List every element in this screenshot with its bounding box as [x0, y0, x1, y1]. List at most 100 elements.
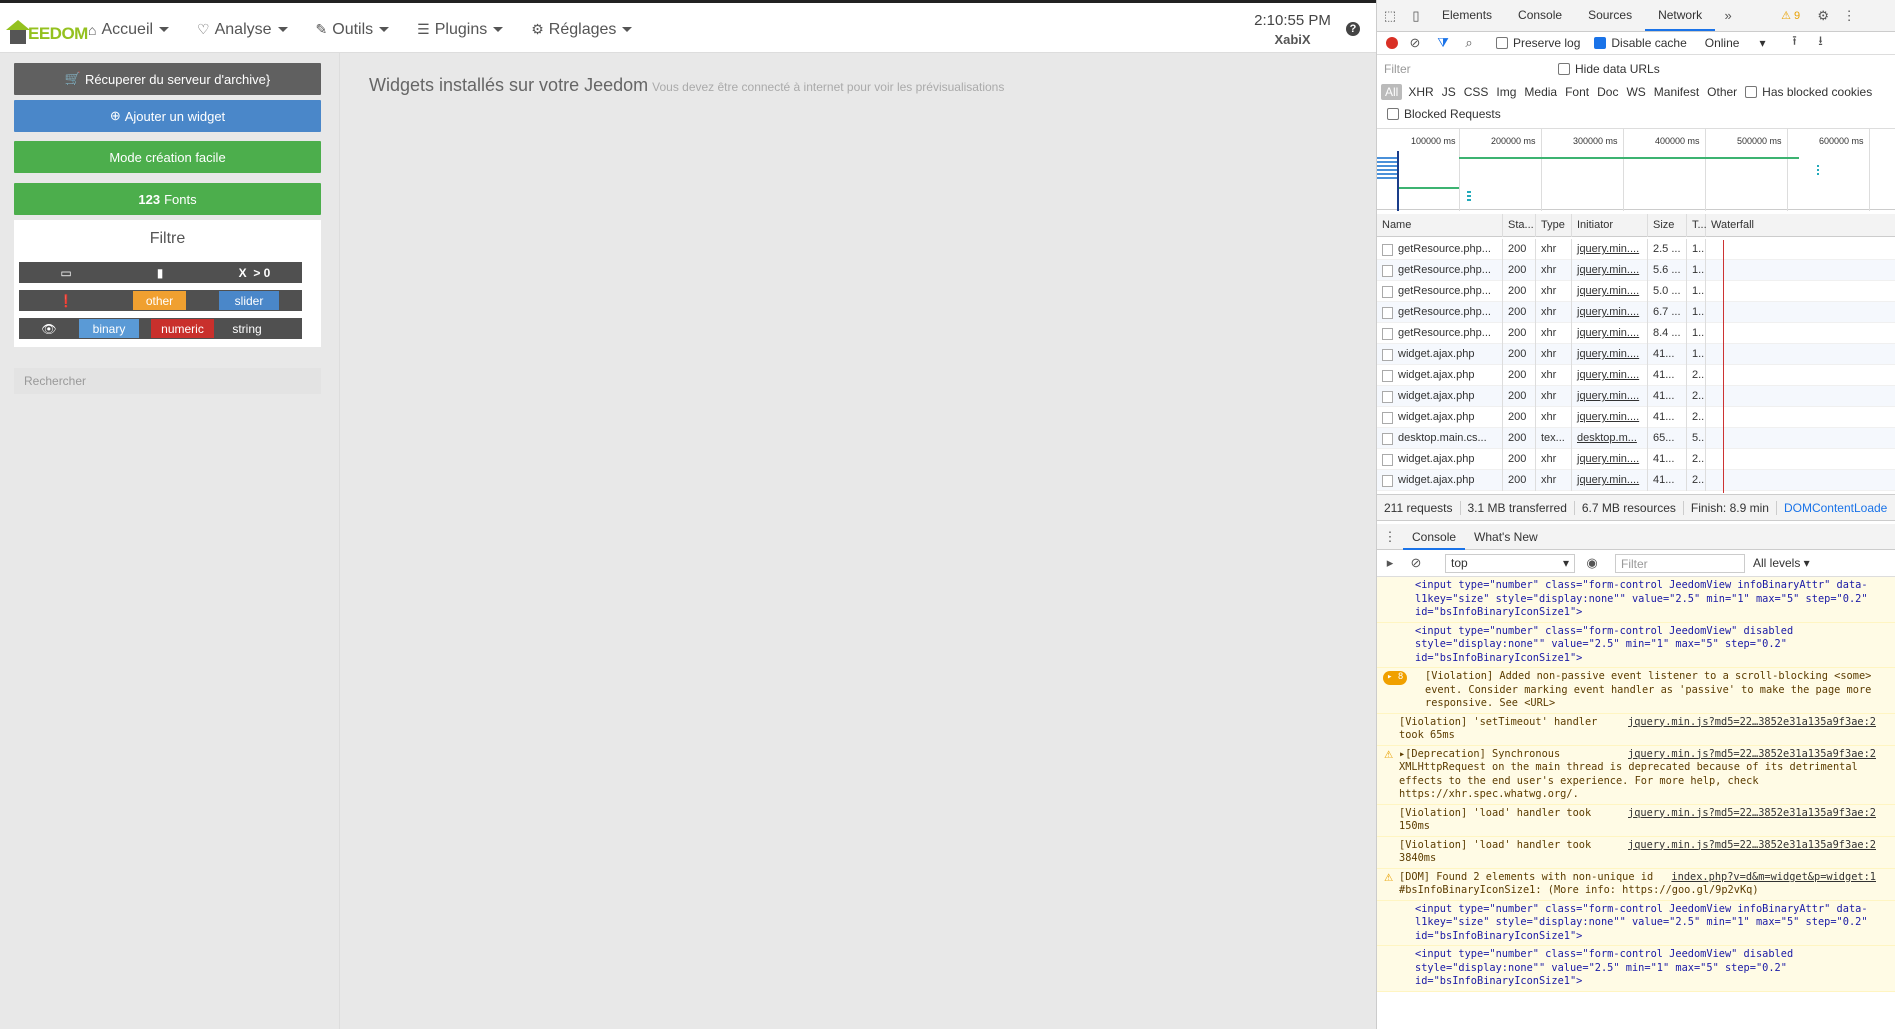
col-size[interactable]: Size [1648, 214, 1687, 237]
warning-count-badge[interactable]: ⚠ 9 [1781, 9, 1800, 22]
throttle-select[interactable]: Online ▾ [1705, 36, 1766, 50]
filter-funnel-icon[interactable]: ⧩ [1436, 35, 1450, 50]
type-media[interactable]: Media [1524, 85, 1557, 99]
request-initiator[interactable]: jquery.min.... [1572, 470, 1648, 491]
filter-string[interactable]: string [214, 319, 280, 338]
table-row[interactable]: widget.ajax.php 200 xhr jquery.min.... 41...… [1377, 344, 1895, 365]
blocked-box[interactable] [1387, 108, 1399, 120]
table-row[interactable]: desktop.main.cs... 200 tex... desktop.m... 6… [1377, 428, 1895, 449]
message-source-link[interactable]: jquery.min.js?md5=22…3852e31a135a9f3ae:2 [1628, 716, 1876, 730]
request-initiator[interactable]: jquery.min.... [1572, 365, 1648, 386]
table-row[interactable]: widget.ajax.php 200 xhr jquery.min.... 41...… [1377, 386, 1895, 407]
network-overview[interactable]: 100000 ms 200000 ms 300000 ms 400000 ms … [1377, 128, 1895, 211]
table-row[interactable]: widget.ajax.php 200 xhr jquery.min.... 41...… [1377, 470, 1895, 491]
drawer-tab-whats-new[interactable]: What's New [1465, 524, 1547, 550]
filter-binary[interactable]: binary [79, 319, 139, 338]
device-toggle-icon[interactable]: ▯ [1409, 8, 1423, 23]
eye-icon[interactable]: ◉ [1585, 555, 1599, 570]
filter-numeric[interactable]: numeric [151, 319, 214, 338]
mobile-filter[interactable]: ▮ [113, 263, 207, 282]
col-waterfall[interactable]: Waterfall [1706, 214, 1895, 237]
request-initiator[interactable]: jquery.min.... [1572, 260, 1648, 281]
archive-button[interactable]: 🛒 Récuperer du serveur d'archive} [14, 63, 321, 95]
filter-slider[interactable]: slider [219, 291, 279, 310]
message-source-link[interactable]: jquery.min.js?md5=22…3852e31a135a9f3ae:2 [1628, 839, 1876, 853]
action-filter[interactable]: ❗ [19, 291, 113, 310]
repeat-count-badge[interactable]: ▸ 8 [1383, 671, 1408, 685]
table-row[interactable]: getResource.php... 200 xhr jquery.min.... 8.… [1377, 323, 1895, 344]
request-initiator[interactable]: jquery.min.... [1572, 386, 1648, 407]
menu-plugins[interactable]: ☰ Plugins [417, 21, 504, 39]
request-initiator[interactable]: jquery.min.... [1572, 281, 1648, 302]
request-initiator[interactable]: jquery.min.... [1572, 344, 1648, 365]
sidebar-toggle-icon[interactable]: ▸ [1383, 555, 1397, 570]
drawer-menu-icon[interactable]: ⋮ [1383, 529, 1397, 544]
has-blocked-cookies-checkbox[interactable]: Has blocked cookies [1745, 85, 1880, 99]
message-source-link[interactable]: jquery.min.js?md5=22…3852e31a135a9f3ae:2 [1628, 807, 1876, 821]
message-source-link[interactable]: index.php?v=d&m=widget&p=widget:1 [1671, 871, 1876, 885]
network-filter-input[interactable]: Filter [1384, 62, 1544, 76]
table-row[interactable]: widget.ajax.php 200 xhr jquery.min.... 41...… [1377, 449, 1895, 470]
more-tabs-icon[interactable]: » [1721, 8, 1735, 23]
tab-elements[interactable]: Elements [1429, 0, 1505, 31]
table-row[interactable]: widget.ajax.php 200 xhr jquery.min.... 41...… [1377, 407, 1895, 428]
fonts-button[interactable]: 123 Fonts [14, 183, 321, 215]
log-levels-select[interactable]: All levels ▾ [1753, 556, 1810, 570]
search-icon[interactable]: ⌕ [1462, 35, 1476, 50]
table-row[interactable]: widget.ajax.php 200 xhr jquery.min.... 41...… [1377, 365, 1895, 386]
menu-accueil[interactable]: ⌂ Accueil [88, 21, 170, 39]
type-ws[interactable]: WS [1626, 85, 1645, 99]
filter-other[interactable]: other [133, 291, 186, 310]
disable-cache-checkbox[interactable]: Disable cache [1594, 36, 1687, 50]
console-clear-icon[interactable]: ⊘ [1409, 555, 1423, 570]
hide-data-urls-checkbox[interactable]: Hide data URLs [1558, 62, 1660, 76]
record-icon[interactable] [1386, 37, 1398, 49]
menu-outils[interactable]: ✎ Outils [316, 21, 390, 39]
request-initiator[interactable]: jquery.min.... [1572, 302, 1648, 323]
type-js[interactable]: JS [1442, 85, 1456, 99]
user-name[interactable]: XabiX [1250, 32, 1335, 47]
preserve-log-box[interactable] [1496, 37, 1508, 49]
type-doc[interactable]: Doc [1597, 85, 1618, 99]
search-input[interactable]: Rechercher [14, 368, 321, 394]
download-icon[interactable]: ⭳ [1813, 33, 1827, 50]
table-row[interactable]: getResource.php... 200 xhr jquery.min.... 5.… [1377, 281, 1895, 302]
col-initiator[interactable]: Initiator [1572, 214, 1648, 237]
table-row[interactable]: getResource.php... 200 xhr jquery.min.... 2.… [1377, 239, 1895, 260]
table-row[interactable]: getResource.php... 200 xhr jquery.min.... 5.… [1377, 260, 1895, 281]
tab-network[interactable]: Network [1645, 0, 1716, 31]
disable-cache-box[interactable] [1594, 37, 1607, 49]
type-other[interactable]: Other [1707, 85, 1737, 99]
hide-data-urls-box[interactable] [1558, 63, 1570, 75]
easy-mode-button[interactable]: Mode création facile [14, 141, 321, 173]
context-select[interactable]: top ▾ [1445, 553, 1575, 573]
settings-gear-icon[interactable]: ⚙ [1816, 8, 1830, 23]
tab-console[interactable]: Console [1505, 0, 1575, 31]
console-filter-input[interactable]: Filter [1615, 553, 1745, 573]
clear-icon[interactable]: ⊘ [1408, 35, 1422, 50]
col-time[interactable]: T... [1687, 214, 1707, 237]
type-all[interactable]: All [1381, 84, 1403, 100]
request-initiator[interactable]: jquery.min.... [1572, 239, 1648, 260]
count-filter[interactable]: X > 0 [207, 263, 302, 282]
tab-sources[interactable]: Sources [1575, 0, 1645, 31]
summary-domcontentloaded[interactable]: DOMContentLoade [1777, 501, 1894, 515]
type-manifest[interactable]: Manifest [1654, 85, 1699, 99]
help-icon[interactable]: ? [1346, 22, 1360, 36]
upload-icon[interactable]: ⭱ [1787, 33, 1801, 50]
request-initiator[interactable]: desktop.m... [1572, 428, 1648, 449]
type-font[interactable]: Font [1565, 85, 1589, 99]
type-img[interactable]: Img [1496, 85, 1516, 99]
col-status[interactable]: Sta... [1503, 214, 1536, 237]
has-blocked-box[interactable] [1745, 86, 1758, 98]
col-name[interactable]: Name [1377, 214, 1503, 237]
kebab-menu-icon[interactable]: ⋮ [1842, 8, 1856, 23]
request-initiator[interactable]: jquery.min.... [1572, 407, 1648, 428]
drawer-tab-console[interactable]: Console [1403, 524, 1466, 550]
message-source-link[interactable]: jquery.min.js?md5=22…3852e31a135a9f3ae:2 [1628, 748, 1876, 762]
inspect-icon[interactable]: ⬚ [1383, 8, 1397, 23]
col-type[interactable]: Type [1536, 214, 1572, 237]
add-widget-button[interactable]: ⊕ Ajouter un widget [14, 100, 321, 132]
jeedom-logo[interactable]: EEDOM [4, 14, 88, 44]
blocked-requests-checkbox[interactable]: Blocked Requests [1387, 107, 1501, 121]
